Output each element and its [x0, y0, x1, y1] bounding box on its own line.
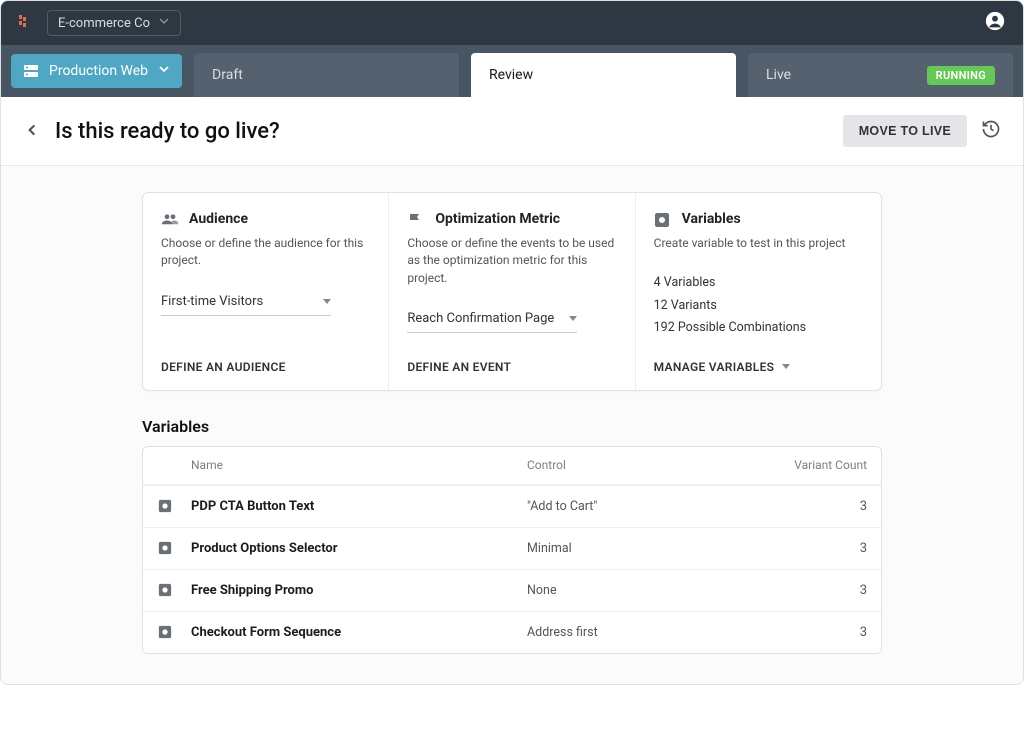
manage-variables-button[interactable]: MANAGE VARIABLES [654, 340, 863, 374]
audience-value: First-time Visitors [161, 294, 263, 309]
row-count: 3 [727, 541, 867, 556]
define-event-button[interactable]: DEFINE AN EVENT [407, 340, 616, 374]
row-control: Address first [527, 625, 727, 640]
col-control: Control [527, 458, 727, 472]
environment-label: Production Web [49, 63, 148, 79]
tab-live[interactable]: Live RUNNING [748, 53, 1013, 97]
variables-card: Variables Create variable to test in thi… [635, 193, 881, 390]
variable-icon [157, 582, 173, 598]
dropdown-icon [782, 364, 790, 369]
stat-combinations: 192 Possible Combinations [654, 317, 863, 340]
row-control: Minimal [527, 541, 727, 556]
metric-select[interactable]: Reach Confirmation Page [407, 307, 577, 333]
audience-card: Audience Choose or define the audience f… [143, 193, 388, 390]
page-header-left: Is this ready to go live? [23, 119, 280, 144]
page-header-right: MOVE TO LIVE [843, 115, 1001, 147]
table-row[interactable]: Free Shipping Promo None 3 [143, 569, 881, 611]
page-header: Is this ready to go live? MOVE TO LIVE [1, 97, 1023, 166]
row-count: 3 [727, 499, 867, 514]
tab-label: Draft [212, 67, 243, 83]
tab-label: Live [766, 67, 791, 83]
table-header: Name Control Variant Count [143, 447, 881, 485]
table-row[interactable]: PDP CTA Button Text "Add to Cart" 3 [143, 485, 881, 527]
topbar: E-commerce Co [1, 1, 1023, 45]
metric-card: Optimization Metric Choose or define the… [388, 193, 634, 390]
card-title: Optimization Metric [435, 211, 560, 227]
tab-draft[interactable]: Draft [194, 53, 459, 97]
variables-table: Name Control Variant Count PDP CTA Butto… [142, 446, 882, 654]
variables-section: Variables Name Control Variant Count PDP… [142, 417, 882, 654]
stat-variables: 4 Variables [654, 272, 863, 295]
people-icon [161, 212, 179, 226]
brand-logo-icon [17, 14, 35, 32]
chevron-down-icon [158, 15, 170, 31]
card-title: Audience [189, 211, 248, 227]
move-to-live-button[interactable]: MOVE TO LIVE [843, 115, 967, 147]
row-name: Checkout Form Sequence [191, 625, 527, 640]
history-button[interactable] [981, 121, 1001, 141]
variables-stats: 4 Variables 12 Variants 192 Possible Com… [654, 272, 863, 340]
topbar-left: E-commerce Co [17, 10, 181, 36]
section-title: Variables [142, 417, 882, 436]
row-name: Free Shipping Promo [191, 583, 527, 598]
server-icon [23, 63, 39, 79]
history-icon [981, 119, 1001, 143]
content: Audience Choose or define the audience f… [1, 166, 1023, 684]
card-description: Create variable to test in this project [654, 235, 863, 252]
variable-icon [157, 498, 173, 514]
row-name: Product Options Selector [191, 541, 527, 556]
stat-variants: 12 Variants [654, 295, 863, 318]
col-name: Name [191, 458, 527, 472]
back-button[interactable] [23, 122, 41, 140]
row-count: 3 [727, 625, 867, 640]
org-name: E-commerce Co [58, 16, 150, 31]
dropdown-icon [323, 299, 331, 304]
account-button[interactable] [983, 11, 1007, 35]
environment-tabs: Production Web Draft Review Live RUNNING [1, 45, 1023, 97]
row-name: PDP CTA Button Text [191, 499, 527, 514]
app-shell: E-commerce Co Production Web Draft [0, 0, 1024, 685]
card-description: Choose or define the events to be used a… [407, 235, 616, 287]
metric-value: Reach Confirmation Page [407, 311, 554, 326]
page-title: Is this ready to go live? [55, 119, 280, 144]
chevron-down-icon [158, 63, 170, 79]
row-control: "Add to Cart" [527, 499, 727, 514]
variable-icon [157, 624, 173, 640]
org-selector[interactable]: E-commerce Co [47, 10, 181, 36]
table-row[interactable]: Product Options Selector Minimal 3 [143, 527, 881, 569]
card-title: Variables [682, 211, 741, 227]
tab-review[interactable]: Review [471, 53, 736, 97]
row-count: 3 [727, 583, 867, 598]
define-audience-button[interactable]: DEFINE AN AUDIENCE [161, 340, 370, 374]
user-circle-icon [984, 10, 1006, 36]
tab-label: Review [489, 67, 533, 83]
flag-icon [407, 212, 425, 226]
card-description: Choose or define the audience for this p… [161, 235, 370, 270]
table-row[interactable]: Checkout Form Sequence Address first 3 [143, 611, 881, 653]
variable-icon [654, 212, 672, 226]
col-variant-count: Variant Count [727, 458, 867, 472]
environment-selector[interactable]: Production Web [11, 54, 182, 88]
variable-icon [157, 540, 173, 556]
row-control: None [527, 583, 727, 598]
audience-select[interactable]: First-time Visitors [161, 290, 331, 316]
summary-cards: Audience Choose or define the audience f… [142, 192, 882, 391]
chevron-left-icon [25, 122, 39, 141]
dropdown-icon [569, 316, 577, 321]
status-badge: RUNNING [927, 66, 995, 85]
